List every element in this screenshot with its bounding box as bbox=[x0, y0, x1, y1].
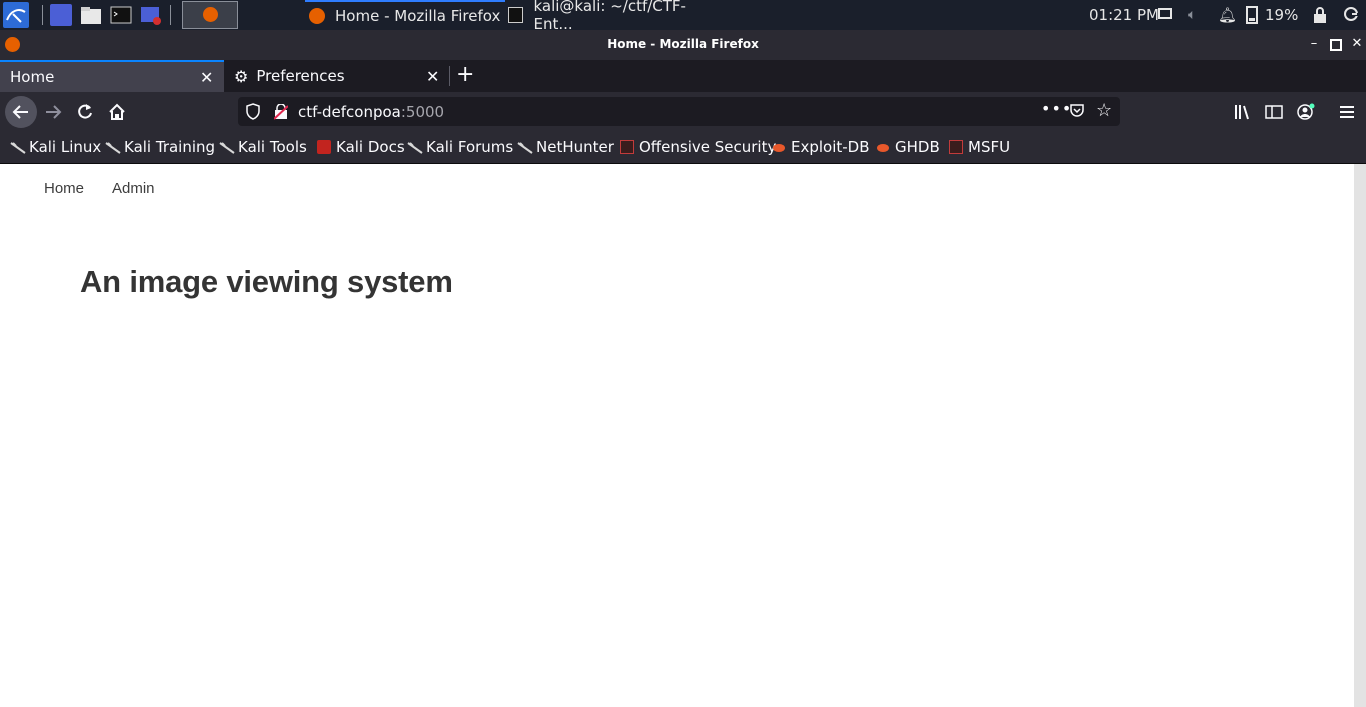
battery-icon[interactable] bbox=[1246, 6, 1258, 24]
desktop-taskbar: Home - Mozilla Firefox kali@kali: ~/ctf/… bbox=[0, 0, 1366, 33]
url-text[interactable]: ctf-defconpoa:5000 bbox=[298, 103, 444, 121]
task-label: kali@kali: ~/ctf/CTF-Ent... bbox=[533, 0, 686, 33]
exploit-db-icon bbox=[876, 140, 890, 154]
bookmark-label: Offensive Security bbox=[639, 138, 777, 156]
vertical-scrollbar[interactable] bbox=[1354, 164, 1366, 707]
bookmark-kali-forums[interactable]: Kali Forums bbox=[407, 132, 513, 162]
workspace-switcher[interactable] bbox=[182, 1, 238, 29]
kali-dragon-icon bbox=[10, 140, 26, 154]
sidebar-icon[interactable] bbox=[1260, 98, 1288, 126]
url-bar[interactable]: ctf-defconpoa:5000 ••• ☆ bbox=[238, 97, 1120, 126]
url-host: ctf-defconpoa bbox=[298, 103, 401, 121]
clock[interactable]: 01:21 PM bbox=[1089, 0, 1159, 30]
account-icon[interactable] bbox=[1292, 98, 1320, 126]
tab-separator bbox=[449, 66, 450, 86]
taskbar-separator bbox=[42, 5, 43, 25]
shield-icon[interactable] bbox=[246, 103, 260, 124]
taskbar-separator bbox=[170, 5, 171, 25]
offsec-icon bbox=[949, 140, 963, 154]
nav-link-home[interactable]: Home bbox=[44, 180, 84, 197]
task-label: Home - Mozilla Firefox bbox=[335, 7, 501, 25]
power-icon[interactable] bbox=[1343, 6, 1359, 22]
minimize-button[interactable]: – bbox=[1306, 36, 1322, 52]
home-button[interactable] bbox=[103, 98, 131, 126]
kali-dragon-icon bbox=[407, 140, 423, 154]
window-title: Home - Mozilla Firefox bbox=[607, 37, 759, 51]
task-firefox[interactable]: Home - Mozilla Firefox bbox=[305, 0, 505, 30]
firefox-icon bbox=[309, 8, 325, 24]
navigation-toolbar: ctf-defconpoa:5000 ••• ☆ bbox=[0, 92, 1366, 132]
bookmark-ghdb[interactable]: GHDB bbox=[876, 132, 940, 162]
bookmark-label: NetHunter bbox=[536, 138, 614, 156]
notification-bell-icon[interactable]: 🔔︎ bbox=[1218, 6, 1237, 24]
forward-button[interactable] bbox=[39, 98, 67, 126]
page-actions-icon[interactable]: ••• bbox=[1041, 99, 1072, 118]
kali-dragon-icon bbox=[105, 140, 121, 154]
bookmark-label: Kali Training bbox=[124, 138, 216, 156]
screen-recorder-icon[interactable] bbox=[140, 4, 162, 26]
insecure-connection-icon[interactable] bbox=[273, 103, 289, 124]
library-icon[interactable] bbox=[1228, 98, 1256, 126]
new-tab-button[interactable]: + bbox=[456, 62, 474, 87]
lock-icon[interactable] bbox=[1313, 7, 1327, 23]
bookmark-msfu[interactable]: MSFU bbox=[949, 132, 1010, 162]
kali-menu-icon[interactable] bbox=[3, 2, 29, 28]
bookmarks-toolbar: Kali Linux Kali Training Kali Tools Kali… bbox=[0, 132, 1366, 164]
close-tab-icon[interactable]: ✕ bbox=[200, 68, 213, 87]
tab-preferences[interactable]: ⚙ Preferences ✕ bbox=[224, 60, 448, 92]
pocket-icon[interactable] bbox=[1069, 103, 1085, 123]
bookmark-nethunter[interactable]: NetHunter bbox=[517, 132, 614, 162]
bookmark-label: Kali Docs bbox=[336, 138, 405, 156]
bookmark-label: GHDB bbox=[895, 138, 940, 156]
exploit-db-icon bbox=[772, 140, 786, 154]
terminal-icon[interactable] bbox=[110, 4, 132, 26]
bookmark-star-icon[interactable]: ☆ bbox=[1096, 100, 1112, 121]
terminal-icon bbox=[508, 7, 524, 23]
kali-dragon-icon bbox=[219, 140, 235, 154]
bookmark-label: Exploit-DB bbox=[791, 138, 870, 156]
back-button[interactable] bbox=[5, 96, 37, 128]
page-title: An image viewing system bbox=[80, 264, 453, 299]
gear-icon: ⚙ bbox=[234, 66, 249, 86]
close-tab-icon[interactable]: ✕ bbox=[426, 67, 439, 86]
bookmark-label: Kali Forums bbox=[426, 138, 514, 156]
page-content: Home Admin An image viewing system bbox=[0, 164, 1354, 707]
file-manager-icon[interactable] bbox=[80, 4, 102, 26]
show-desktop-icon[interactable] bbox=[50, 4, 72, 26]
tab-strip: Home ✕ ⚙ Preferences ✕ + bbox=[0, 60, 1366, 92]
reload-button[interactable] bbox=[71, 98, 99, 126]
bookmark-exploit-db[interactable]: Exploit-DB bbox=[772, 132, 870, 162]
nav-link-admin[interactable]: Admin bbox=[112, 180, 155, 197]
maximize-button[interactable] bbox=[1328, 36, 1344, 52]
kali-dragon-icon bbox=[517, 140, 533, 154]
bookmark-kali-linux[interactable]: Kali Linux bbox=[10, 132, 101, 162]
display-icon[interactable] bbox=[1158, 8, 1172, 19]
bookmark-kali-tools[interactable]: Kali Tools bbox=[219, 132, 307, 162]
battery-percent: 19% bbox=[1265, 6, 1299, 24]
window-titlebar: Home - Mozilla Firefox – ✕ bbox=[0, 30, 1366, 60]
firefox-icon bbox=[203, 7, 218, 22]
hamburger-menu-icon[interactable] bbox=[1333, 98, 1361, 126]
bookmark-offensive-security[interactable]: Offensive Security bbox=[620, 132, 776, 162]
tab-label: Preferences bbox=[256, 67, 345, 85]
tab-label: Home bbox=[10, 68, 55, 86]
bookmark-label: MSFU bbox=[968, 138, 1011, 156]
close-window-button[interactable]: ✕ bbox=[1349, 36, 1365, 52]
volume-muted-icon[interactable]: 🔈︎ bbox=[1188, 7, 1196, 23]
bookmark-label: Kali Linux bbox=[29, 138, 102, 156]
task-terminal[interactable]: kali@kali: ~/ctf/CTF-Ent... bbox=[508, 0, 718, 33]
bookmark-label: Kali Tools bbox=[238, 138, 307, 156]
bookmark-kali-docs[interactable]: Kali Docs bbox=[317, 132, 405, 162]
tab-home[interactable]: Home ✕ bbox=[0, 60, 224, 92]
bookmark-kali-training[interactable]: Kali Training bbox=[105, 132, 215, 162]
kali-docs-icon bbox=[317, 140, 331, 154]
url-port: :5000 bbox=[400, 103, 445, 121]
offsec-icon bbox=[620, 140, 634, 154]
